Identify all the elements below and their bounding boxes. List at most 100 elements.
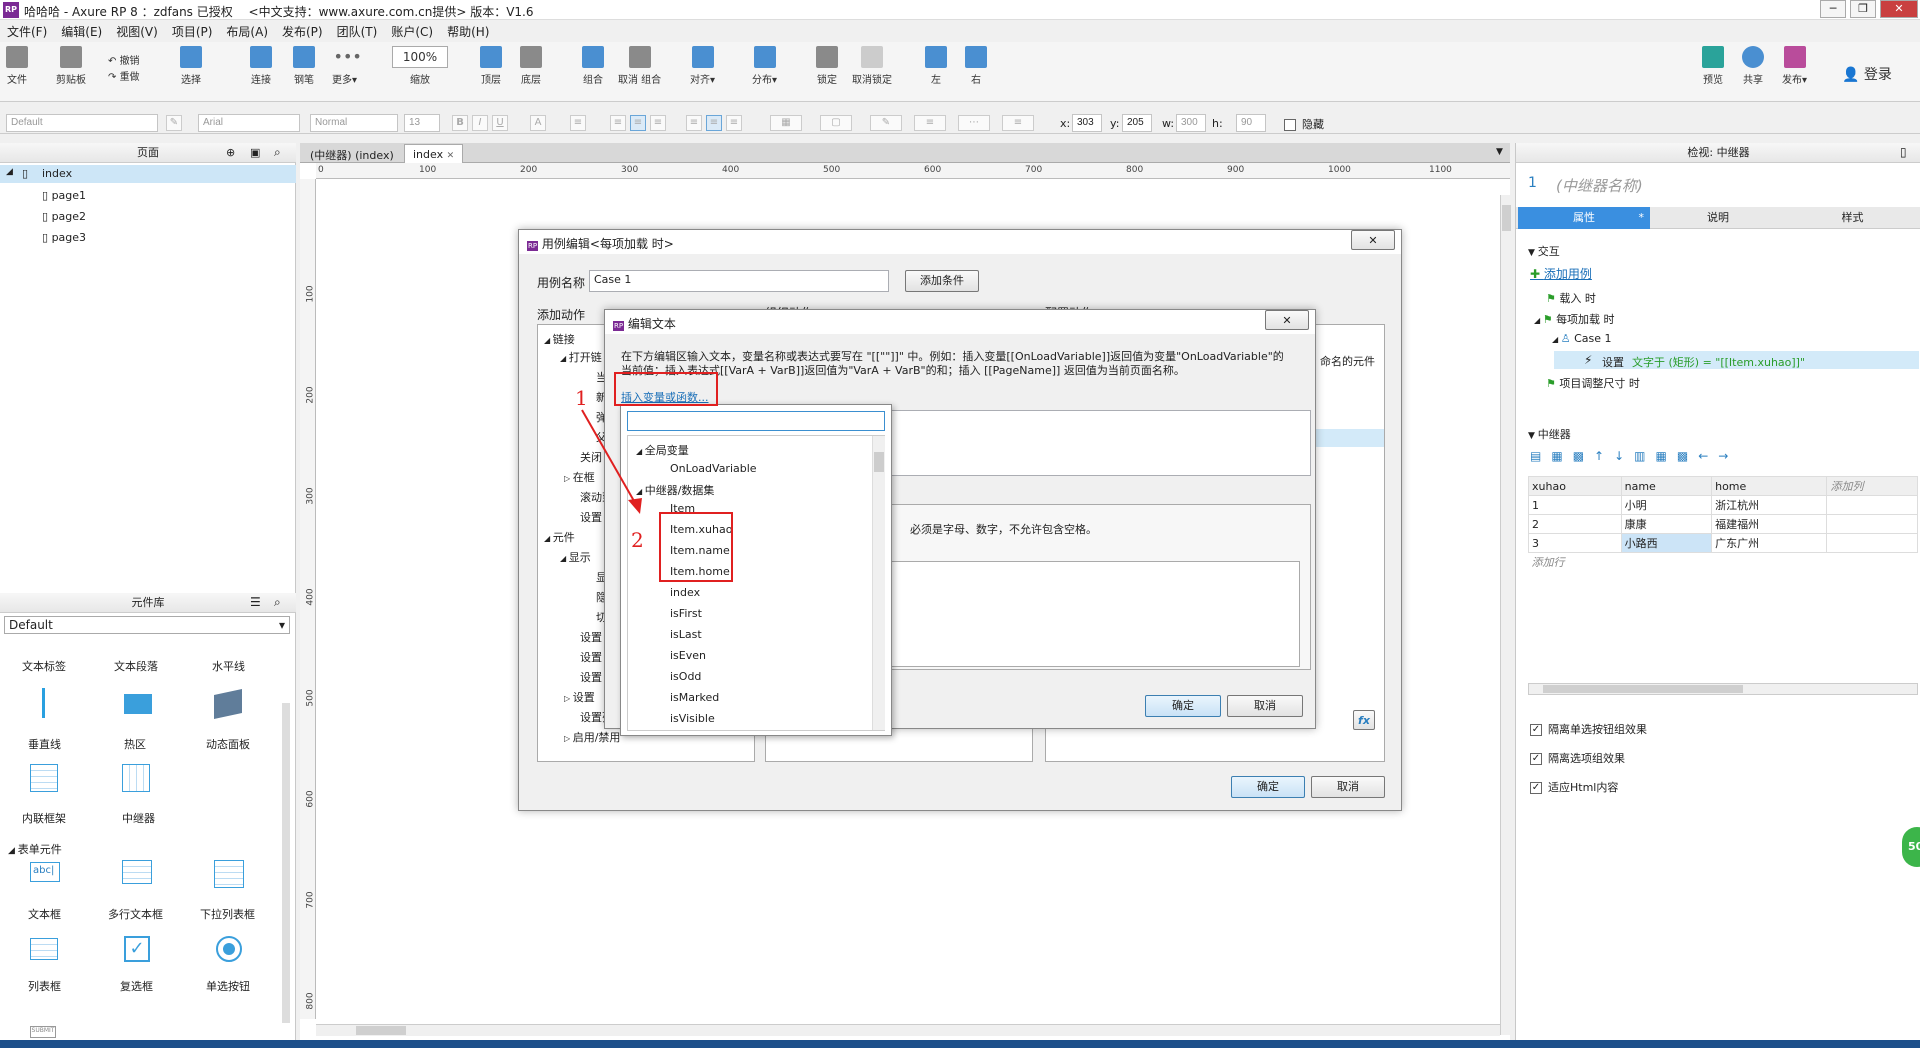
var-isodd[interactable]: isOdd bbox=[670, 670, 701, 683]
ungroup-button[interactable]: 取消 组合 bbox=[618, 46, 661, 86]
font-weight-select[interactable]: Normal bbox=[310, 114, 398, 132]
pen-button[interactable]: 钢笔 bbox=[293, 46, 315, 86]
distribute-button[interactable]: 分布▾ bbox=[752, 46, 777, 86]
fx-button[interactable]: fx bbox=[1353, 710, 1375, 730]
edit-cancel-button[interactable]: 取消 bbox=[1227, 695, 1303, 717]
share-button[interactable]: 共享 bbox=[1742, 46, 1764, 86]
font-size-select[interactable]: 13 bbox=[404, 114, 440, 132]
login-button[interactable]: 👤 登录 bbox=[1842, 64, 1892, 84]
valign-middle-icon[interactable]: ≡ bbox=[706, 115, 722, 131]
group-button[interactable]: 组合 bbox=[582, 46, 604, 86]
add-row[interactable]: 添加行 bbox=[1529, 553, 1918, 572]
unlock-button[interactable]: 取消锁定 bbox=[852, 46, 892, 86]
collapse-icon[interactable]: ◢ bbox=[6, 167, 13, 177]
undo-button[interactable]: ↶ 撤销 bbox=[108, 52, 140, 67]
var-index[interactable]: index bbox=[670, 586, 700, 599]
minimize-button[interactable]: ─ bbox=[1820, 0, 1846, 18]
badge[interactable]: 50 bbox=[1902, 827, 1920, 867]
left-panel-toggle[interactable]: 左 bbox=[925, 46, 947, 86]
var-isvisible[interactable]: isVisible bbox=[670, 712, 715, 725]
lock-button[interactable]: 锁定 bbox=[816, 46, 838, 86]
add-case-link[interactable]: ✚ 添加用例 bbox=[1530, 265, 1592, 282]
var-onload[interactable]: OnLoadVariable bbox=[670, 462, 757, 475]
notes-icon[interactable]: ▯ bbox=[1900, 145, 1907, 159]
column-header[interactable]: name bbox=[1620, 476, 1713, 496]
page-item-page3[interactable]: ▯ page3 bbox=[42, 231, 86, 244]
add-column[interactable]: 添加列 bbox=[1826, 476, 1918, 496]
maximize-button[interactable]: ❐ bbox=[1850, 0, 1876, 18]
vertical-scrollbar[interactable] bbox=[1500, 195, 1512, 1035]
search-icon[interactable]: ⌕ bbox=[274, 595, 281, 610]
line-style-icon[interactable]: ⋯ bbox=[958, 115, 990, 131]
tab-index[interactable]: index ✕ bbox=[404, 144, 464, 163]
widget-repeater[interactable]: 中继器 bbox=[122, 810, 155, 826]
add-page-icon[interactable]: ⊕ bbox=[226, 146, 235, 159]
case-name-input[interactable]: Case 1 bbox=[589, 270, 889, 292]
event-item-load[interactable]: ◢ ⚑ 每项加载 时 bbox=[1534, 311, 1615, 327]
case-cancel-button[interactable]: 取消 bbox=[1311, 776, 1385, 798]
shadow-icon[interactable]: ▢ bbox=[820, 115, 852, 131]
menu-team[interactable]: 团队(T) bbox=[330, 20, 385, 43]
add-condition-button[interactable]: 添加条件 bbox=[905, 270, 979, 292]
tree-node[interactable]: ◢ 元件 bbox=[544, 529, 575, 545]
widget-listbox[interactable]: 列表框 bbox=[28, 978, 61, 994]
fill-color-icon[interactable]: ▦ bbox=[770, 115, 802, 131]
widget-label[interactable]: 文本标签 bbox=[22, 658, 66, 674]
menu-icon[interactable]: ☰ bbox=[250, 595, 261, 609]
font-color-icon[interactable]: A bbox=[530, 115, 546, 131]
menu-view[interactable]: 视图(V) bbox=[109, 20, 165, 43]
align-right-icon[interactable]: ≡ bbox=[650, 115, 666, 131]
tab-properties[interactable]: 属性 * bbox=[1518, 207, 1650, 229]
search-icon[interactable]: ⌕ bbox=[274, 145, 281, 160]
connect-button[interactable]: 连接 bbox=[250, 46, 272, 86]
menu-account[interactable]: 账户(C) bbox=[384, 20, 440, 43]
redo-button[interactable]: ↷ 重做 bbox=[108, 68, 140, 83]
y-input[interactable]: 205 bbox=[1122, 114, 1152, 132]
tree-node[interactable]: ▷ 启用/禁用 bbox=[564, 729, 620, 745]
tabs-dropdown-icon[interactable]: ▼ bbox=[1496, 147, 1503, 157]
tab-style[interactable]: 样式 bbox=[1786, 207, 1919, 229]
page-item-index[interactable]: ◢ ▯ index bbox=[0, 165, 296, 183]
bullet-icon[interactable]: ≡ bbox=[570, 115, 586, 131]
var-iseven[interactable]: isEven bbox=[670, 649, 706, 662]
library-scrollbar[interactable] bbox=[282, 703, 290, 1023]
library-select[interactable]: Default ▾ bbox=[4, 616, 290, 634]
edit-ok-button[interactable]: 确定 bbox=[1145, 695, 1221, 717]
select-button[interactable]: 选择 bbox=[180, 46, 202, 86]
bring-to-front-button[interactable]: 顶层 bbox=[480, 46, 502, 86]
tree-node[interactable]: ◢ 打开链 bbox=[560, 349, 602, 365]
case-ok-button[interactable]: 确定 bbox=[1231, 776, 1305, 798]
close-button[interactable]: ✕ bbox=[1880, 0, 1918, 18]
file-button[interactable]: 文件 bbox=[6, 46, 28, 86]
case-1[interactable]: ◢ ♙ Case 1 bbox=[1552, 332, 1611, 345]
form-widgets-section[interactable]: ◢ 表单元件 bbox=[8, 841, 62, 857]
tree-node[interactable]: ▷ 设置 bbox=[564, 689, 595, 705]
column-header[interactable]: home bbox=[1711, 476, 1828, 496]
option-fit-html[interactable]: ✓ 适应Html内容 bbox=[1530, 779, 1618, 795]
menu-file[interactable]: 文件(F) bbox=[0, 20, 54, 43]
arrow-style-icon[interactable]: ≡ bbox=[1002, 115, 1034, 131]
menu-layout[interactable]: 布局(A) bbox=[219, 20, 275, 43]
repeater-section[interactable]: ▼ 中继器 bbox=[1528, 426, 1571, 442]
right-panel-toggle[interactable]: 右 bbox=[965, 46, 987, 86]
widget-vline[interactable]: 垂直线 bbox=[28, 736, 61, 752]
add-folder-icon[interactable]: ▣ bbox=[250, 146, 260, 159]
preview-button[interactable]: 预览 bbox=[1702, 46, 1724, 86]
var-ismarked[interactable]: isMarked bbox=[670, 691, 719, 704]
widget-hotspot[interactable]: 热区 bbox=[124, 736, 146, 752]
style-edit-icon[interactable]: ✎ bbox=[166, 115, 182, 131]
tree-node[interactable]: 设置 bbox=[580, 629, 602, 645]
menu-project[interactable]: 项目(P) bbox=[165, 20, 220, 43]
line-color-icon[interactable]: ✎ bbox=[870, 115, 902, 131]
page-item-page1[interactable]: ▯ page1 bbox=[42, 189, 86, 202]
page-item-page2[interactable]: ▯ page2 bbox=[42, 210, 86, 223]
variable-scrollbar[interactable] bbox=[872, 436, 885, 730]
tree-node[interactable]: 设置 bbox=[580, 669, 602, 685]
widget-checkbox[interactable]: 复选框 bbox=[120, 978, 153, 994]
widget-paragraph[interactable]: 文本段落 bbox=[114, 658, 158, 674]
event-resize[interactable]: ⚑ 项目调整尺寸 时 bbox=[1546, 375, 1640, 391]
menu-publish[interactable]: 发布(P) bbox=[275, 20, 330, 43]
widget-name-input[interactable]: (中继器名称) bbox=[1556, 175, 1643, 196]
tree-node[interactable]: 设置 bbox=[580, 649, 602, 665]
clipboard-button[interactable]: 剪贴板 bbox=[56, 46, 86, 86]
